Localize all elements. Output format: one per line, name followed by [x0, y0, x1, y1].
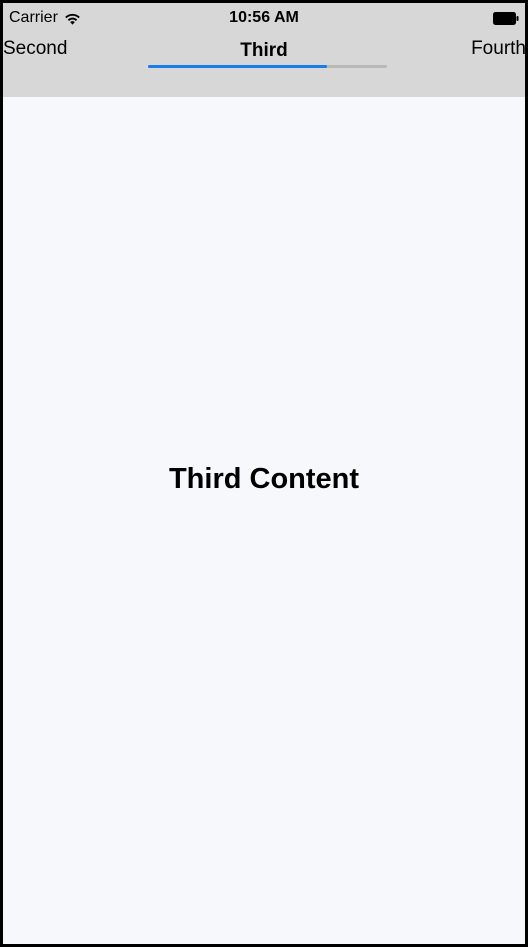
tab-third[interactable]: Third [3, 40, 525, 62]
status-bar: Carrier 10:56 AM [3, 3, 525, 33]
content-title: Third Content [168, 463, 360, 495]
tab-progress-track [148, 65, 387, 68]
status-time: 10:56 AM [229, 9, 299, 26]
tab-progress-fill [148, 65, 328, 68]
tab-fourth[interactable]: Fourth [471, 38, 525, 60]
app-screen: Carrier 10:56 AM Second Third Fourth Thi… [0, 0, 528, 947]
header: Carrier 10:56 AM Second Third Fourth [3, 3, 525, 97]
battery-icon [493, 12, 519, 25]
